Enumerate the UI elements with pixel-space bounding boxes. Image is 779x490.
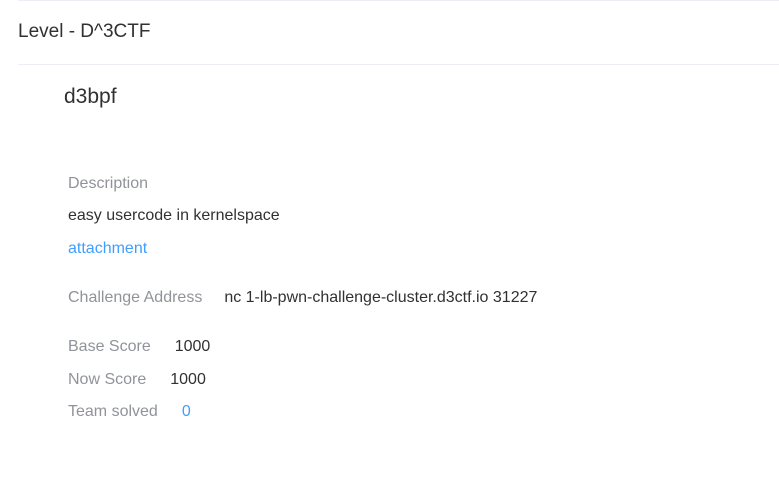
challenge-detail-page: Level - D^3CTF d3bpf Description easy us… bbox=[0, 0, 779, 490]
base-score-row: Base Score 1000 bbox=[68, 336, 210, 358]
now-score-label: Now Score bbox=[68, 371, 147, 388]
base-score-value: 1000 bbox=[174, 338, 211, 355]
base-score-label: Base Score bbox=[68, 338, 151, 355]
challenge-name: d3bpf bbox=[64, 85, 117, 108]
header-divider bbox=[18, 64, 779, 65]
now-score-row: Now Score 1000 bbox=[68, 369, 206, 391]
challenge-address-value: nc 1-lb-pwn-challenge-cluster.d3ctf.io 3… bbox=[224, 289, 538, 306]
now-score-value: 1000 bbox=[170, 371, 206, 388]
team-solved-label: Team solved bbox=[68, 403, 158, 420]
description-label: Description bbox=[68, 175, 149, 192]
team-solved-row: Team solved 0 bbox=[68, 401, 191, 423]
attachment-link[interactable]: attachment bbox=[68, 238, 147, 260]
top-divider bbox=[18, 0, 779, 1]
challenge-address-label: Challenge Address bbox=[68, 289, 203, 306]
team-solved-count-link[interactable]: 0 bbox=[182, 403, 191, 420]
level-title: Level - D^3CTF bbox=[18, 21, 151, 42]
description-text: easy usercode in kernelspace bbox=[68, 207, 280, 224]
challenge-address-row: Challenge Address nc 1-lb-pwn-challenge-c… bbox=[68, 287, 537, 309]
